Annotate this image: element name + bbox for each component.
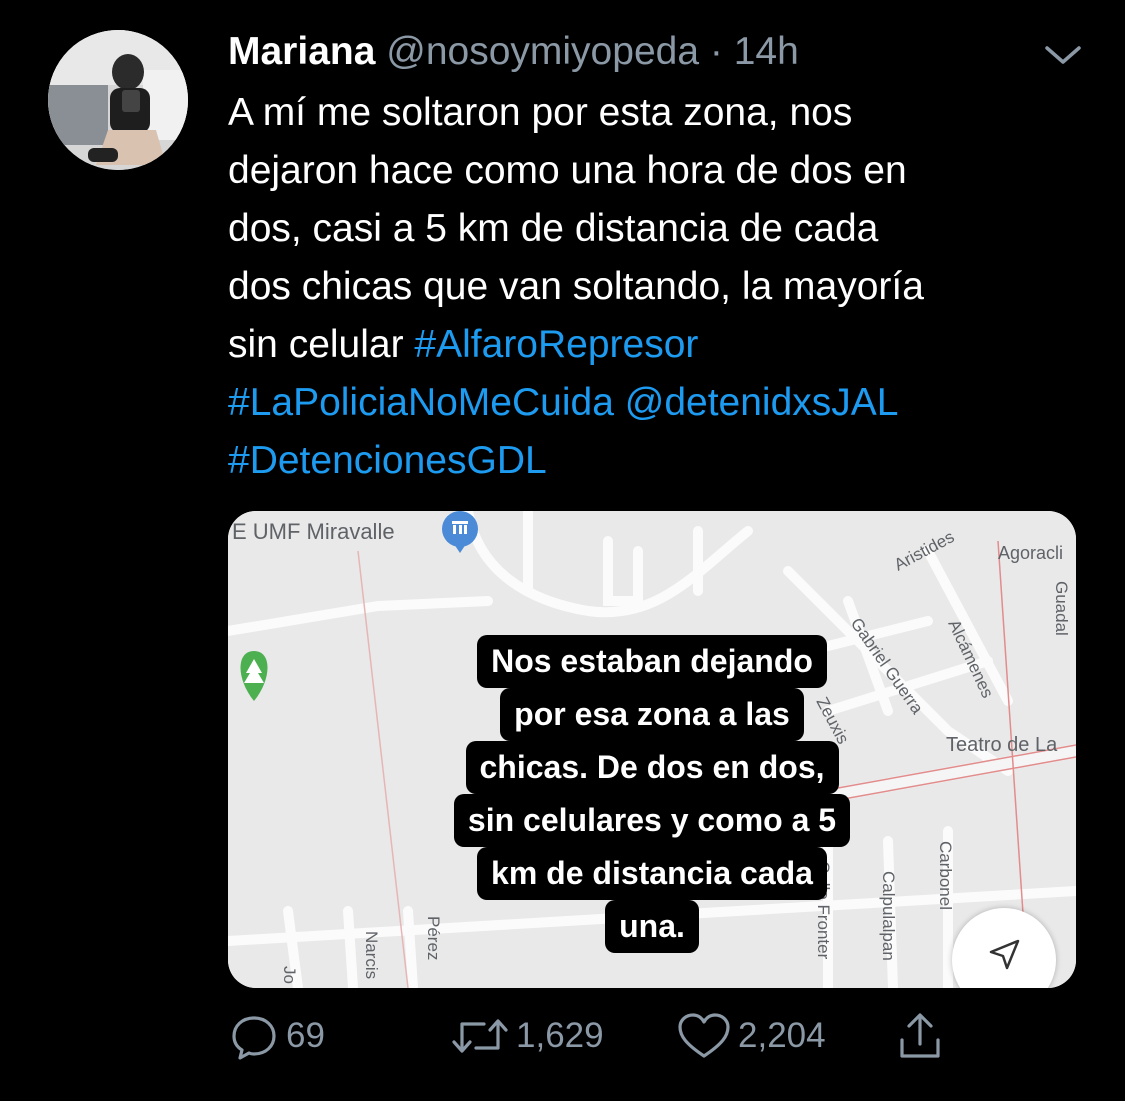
hashtag-link[interactable]: #DetencionesGDL bbox=[228, 439, 547, 482]
story-caption: Nos estaban dejando por esa zona a las c… bbox=[228, 635, 1076, 953]
caption-line: sin celulares y como a 5 bbox=[453, 794, 851, 847]
text-line-part: sin celular bbox=[228, 323, 415, 366]
text-line: #DetencionesGDL bbox=[228, 432, 1088, 490]
retweet-button[interactable]: 1,629 bbox=[450, 1010, 604, 1062]
separator-dot: · bbox=[709, 30, 723, 73]
text-line: #LaPoliciaNoMeCuida @detenidxsJAL bbox=[228, 374, 1088, 432]
caption-line: una. bbox=[605, 900, 699, 953]
caption-line: Nos estaban dejando bbox=[477, 635, 827, 688]
like-count: 2,204 bbox=[738, 1016, 826, 1055]
map-label: Agoracli bbox=[998, 543, 1063, 563]
chevron-down-icon[interactable] bbox=[1041, 40, 1085, 70]
reply-icon bbox=[232, 1016, 276, 1060]
caption-line: chicas. De dos en dos, bbox=[465, 741, 839, 794]
text-line: A mí me soltaron por esta zona, nos bbox=[228, 91, 853, 134]
tweet-media-image[interactable]: E UMF Miravalle Agoracli Teatro de La Ar… bbox=[228, 511, 1076, 988]
tweet-timestamp[interactable]: 14h bbox=[734, 30, 799, 73]
text-line: dos, casi a 5 km de distancia de cada bbox=[228, 207, 879, 250]
map-label: Guadal bbox=[1052, 581, 1071, 636]
like-button[interactable]: 2,204 bbox=[676, 1010, 826, 1062]
hashtag-link[interactable]: #AlfaroRepresor bbox=[414, 323, 698, 366]
tweet-header: Mariana @nosoymiyopeda · 14h bbox=[228, 28, 799, 76]
share-button[interactable] bbox=[896, 1010, 950, 1062]
share-icon bbox=[900, 1013, 940, 1058]
avatar[interactable] bbox=[48, 30, 188, 170]
text-line: dejaron hace como una hora de dos en bbox=[228, 149, 907, 192]
hashtag-link[interactable]: #LaPoliciaNoMeCuida bbox=[228, 381, 614, 424]
reply-button[interactable]: 69 bbox=[228, 1010, 325, 1062]
map-label: E UMF Miravalle bbox=[232, 519, 395, 544]
caption-line: km de distancia cada bbox=[477, 847, 827, 900]
author-name[interactable]: Mariana bbox=[228, 30, 375, 73]
tweet-actions: 69 1,629 2,204 bbox=[228, 1010, 988, 1070]
author-handle[interactable]: @nosoymiyopeda bbox=[386, 30, 699, 73]
mention-link[interactable]: @detenidxsJAL bbox=[625, 381, 899, 424]
tweet-text: A mí me soltaron por esta zona, nos deja… bbox=[228, 84, 1088, 490]
navigation-arrow-icon bbox=[989, 939, 1020, 970]
heart-icon bbox=[678, 1013, 730, 1058]
caption-line: por esa zona a las bbox=[500, 688, 804, 741]
retweet-count: 1,629 bbox=[516, 1016, 604, 1055]
map-label: Jo bbox=[280, 966, 299, 984]
text-line: sin celular #AlfaroRepresor bbox=[228, 316, 1088, 374]
reply-count: 69 bbox=[286, 1016, 325, 1055]
retweet-icon bbox=[452, 1019, 508, 1053]
text-line: dos chicas que van soltando, la mayoría bbox=[228, 265, 924, 308]
